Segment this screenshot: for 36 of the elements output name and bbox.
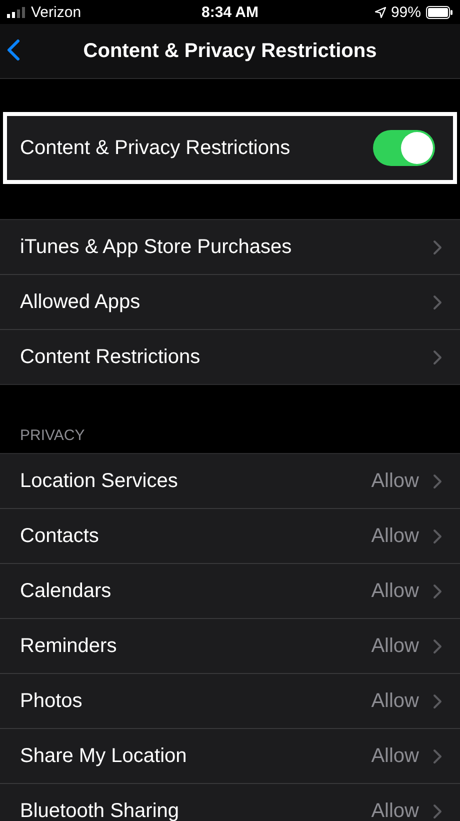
settings-row[interactable]: Allowed Apps (0, 275, 460, 330)
settings-row[interactable]: iTunes & App Store Purchases (0, 220, 460, 275)
chevron-icon (433, 804, 442, 818)
chevron-icon (433, 474, 442, 488)
screen-title: Content & Privacy Restrictions (83, 40, 377, 62)
settings-row[interactable]: Contacts Allow (0, 509, 460, 564)
chevron-icon (433, 748, 442, 764)
row-value: Allow (371, 634, 419, 658)
status-time: 8:34 AM (202, 4, 258, 20)
carrier-name: Verizon (31, 4, 82, 20)
row-value: Allow (371, 470, 419, 492)
row-value: Allow (371, 524, 419, 548)
chevron-icon (433, 528, 442, 544)
battery-icon (426, 6, 453, 18)
row-value: Allow (371, 744, 419, 768)
chevron-icon (433, 584, 442, 598)
settings-row[interactable]: Location Services Allow (0, 454, 460, 509)
chevron-icon (433, 350, 442, 364)
row-label: Content & Privacy Restrictions (19, 136, 290, 160)
settings-row[interactable]: Photos Allow (0, 674, 460, 729)
chevron-icon (433, 240, 442, 254)
back-button[interactable] (7, 39, 20, 61)
location-arrow-icon (374, 6, 386, 18)
chevron-icon (433, 638, 442, 654)
chevron-icon (433, 294, 442, 310)
toggle-switch[interactable] (373, 130, 435, 166)
row-value: Allow (371, 580, 419, 602)
settings-row[interactable]: Calendars Allow (0, 564, 460, 619)
row-value: Allow (371, 690, 419, 712)
battery-percent: 99% (390, 4, 421, 20)
settings-row[interactable]: Reminders Allow (0, 619, 460, 674)
chevron-icon (433, 694, 442, 708)
section-header: PRIVACY (19, 426, 86, 446)
settings-row[interactable]: Share My Location Allow (0, 729, 460, 784)
signal-icon (7, 6, 25, 18)
row-value: Allow (371, 800, 419, 821)
